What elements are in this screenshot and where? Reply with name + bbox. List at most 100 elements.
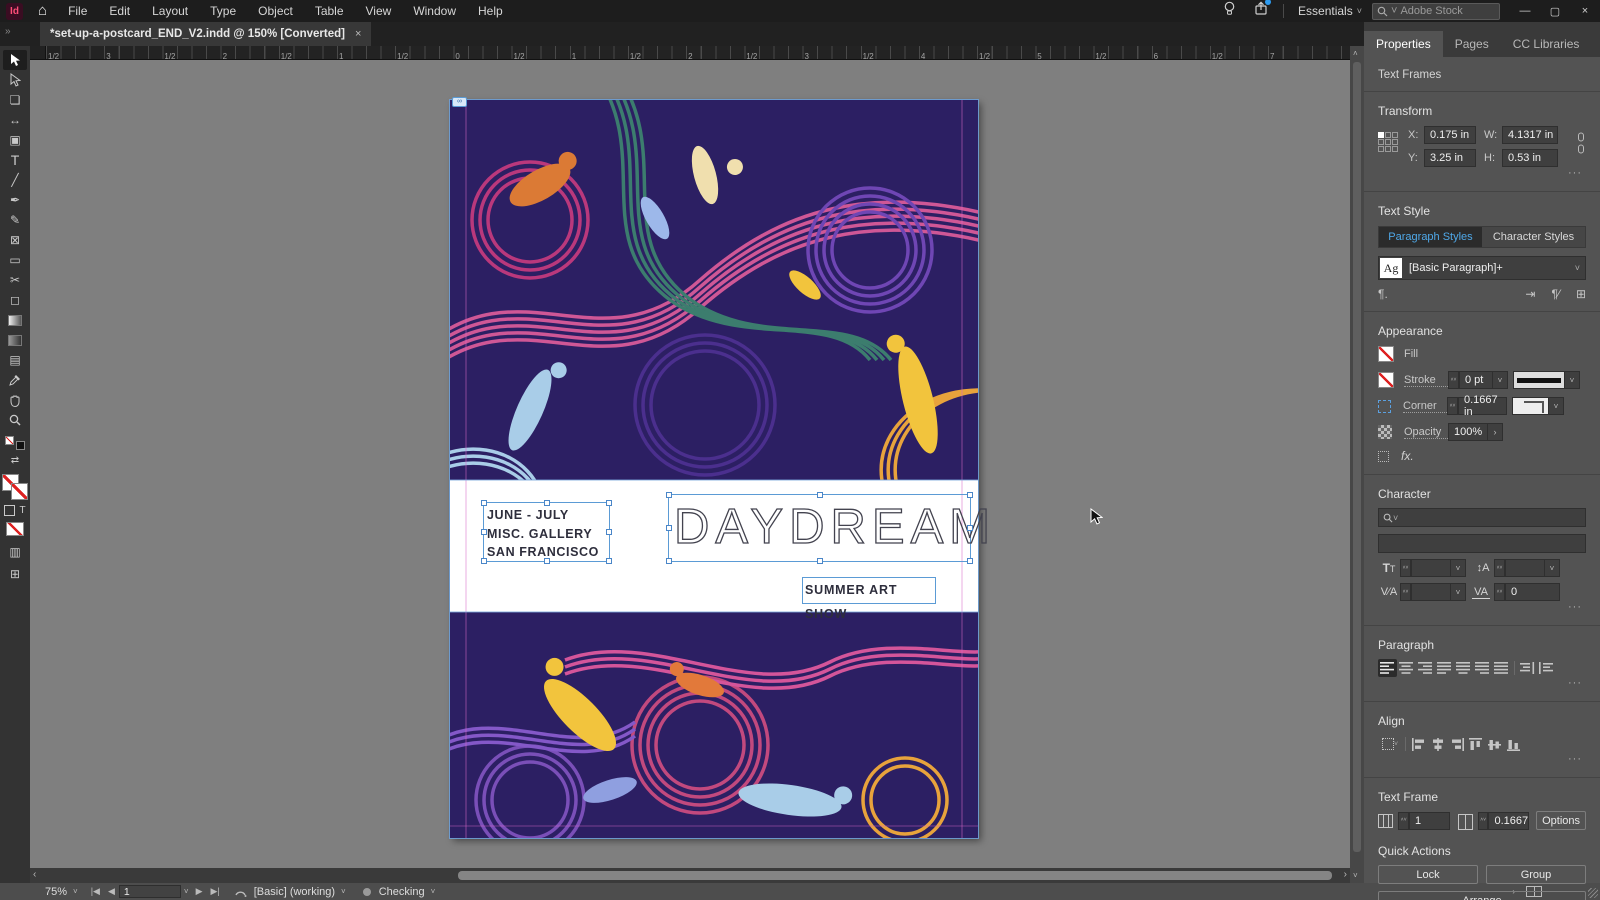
character-styles-tab[interactable]: Character Styles bbox=[1482, 227, 1585, 247]
hand-tool[interactable] bbox=[3, 390, 27, 410]
menu-item[interactable]: View bbox=[355, 4, 403, 18]
transform-more-options[interactable]: ··· bbox=[1568, 167, 1582, 179]
align-horizontal-centers-button[interactable] bbox=[1428, 735, 1447, 753]
next-page-icon[interactable]: ▶ bbox=[196, 886, 203, 897]
minimize-button[interactable]: — bbox=[1510, 5, 1540, 17]
zoom-chevron-icon[interactable]: ˅ bbox=[73, 887, 78, 896]
font-style-dropdown[interactable] bbox=[1378, 534, 1586, 553]
gradient-swatch-tool[interactable] bbox=[3, 310, 27, 330]
menu-item[interactable]: Help bbox=[467, 4, 514, 18]
reference-point-grid[interactable] bbox=[1378, 132, 1398, 167]
title-text-frame[interactable]: DAYDREAM bbox=[666, 492, 991, 564]
stroke-swatch-none[interactable] bbox=[11, 483, 28, 500]
paragraph-style-dropdown[interactable]: Ag [Basic Paragraph]+ ˅ bbox=[1378, 256, 1586, 280]
leading-stepper[interactable]: ˄˅ bbox=[1494, 559, 1505, 577]
fill-swatch[interactable] bbox=[1378, 346, 1394, 362]
page-number-field[interactable]: 1 bbox=[118, 885, 181, 898]
last-page-icon[interactable]: ▶| bbox=[210, 886, 219, 897]
frame-handle[interactable] bbox=[606, 500, 612, 506]
frame-handle[interactable] bbox=[967, 525, 973, 531]
default-fill-stroke-icon[interactable] bbox=[5, 436, 25, 450]
fx-icon[interactable]: fx. bbox=[1401, 449, 1414, 463]
vscroll-thumb[interactable] bbox=[1353, 62, 1361, 852]
free-transform-tool[interactable]: ◻ bbox=[3, 290, 27, 310]
scroll-down-icon[interactable]: ˅ bbox=[1353, 871, 1358, 880]
menu-item[interactable]: Layout bbox=[141, 4, 199, 18]
font-size-dropdown-icon[interactable]: ˅ bbox=[1451, 559, 1466, 577]
opacity-label[interactable]: Opacity bbox=[1404, 426, 1448, 439]
restore-button[interactable]: ▢ bbox=[1540, 5, 1570, 18]
gap-tool[interactable]: ↔ bbox=[3, 110, 27, 130]
corner-size-field[interactable]: 0.1667 in bbox=[1458, 394, 1507, 418]
window-resize-grip[interactable] bbox=[1588, 888, 1598, 898]
lock-button[interactable]: Lock bbox=[1378, 865, 1478, 884]
stroke-style-dropdown-icon[interactable]: ˅ bbox=[1565, 371, 1580, 389]
frame-handle[interactable] bbox=[666, 525, 672, 531]
tab-pages[interactable]: Pages bbox=[1443, 31, 1501, 57]
tab-cc-libraries[interactable]: CC Libraries bbox=[1501, 31, 1592, 57]
menu-item[interactable]: Edit bbox=[98, 4, 141, 18]
gutter-stepper[interactable]: ˄˅ bbox=[1477, 811, 1489, 830]
leading-field[interactable] bbox=[1505, 559, 1545, 577]
frame-handle[interactable] bbox=[481, 500, 487, 506]
frame-handle[interactable] bbox=[666, 492, 672, 498]
redefine-style-icon[interactable]: ⇥ bbox=[1525, 287, 1535, 301]
dates-text-frame[interactable]: JUNE - JULY MISC. GALLERY SAN FRANCISCO bbox=[481, 500, 612, 564]
panel-scrollbar[interactable]: ˄ ˅ bbox=[1350, 46, 1364, 883]
frame-handle[interactable] bbox=[543, 500, 550, 506]
linked-image-badge-icon[interactable]: ∞ bbox=[452, 97, 467, 107]
view-options-icon[interactable]: ⊞ bbox=[3, 564, 27, 584]
tab-properties[interactable]: Properties bbox=[1364, 31, 1443, 57]
font-family-dropdown[interactable]: ˅ bbox=[1378, 508, 1586, 527]
tracking-field[interactable]: 0 bbox=[1505, 583, 1560, 601]
justify-left-button[interactable] bbox=[1435, 659, 1454, 677]
h-field[interactable]: 0.53 in bbox=[1502, 149, 1558, 167]
zoom-tool[interactable] bbox=[3, 410, 27, 430]
pencil-tool[interactable]: ✎ bbox=[3, 210, 27, 230]
frame-handle[interactable] bbox=[666, 558, 672, 564]
learn-bulb-icon[interactable] bbox=[1223, 1, 1236, 21]
align-top-edges-button[interactable] bbox=[1466, 735, 1485, 753]
kerning-dropdown-icon[interactable]: ˅ bbox=[1451, 583, 1466, 601]
align-right-button[interactable] bbox=[1416, 659, 1435, 677]
note-tool[interactable]: ▤ bbox=[3, 350, 27, 370]
line-tool[interactable]: ╱ bbox=[3, 170, 27, 190]
type-tool[interactable]: T bbox=[3, 150, 27, 170]
new-style-icon[interactable]: ⊞ bbox=[1576, 287, 1586, 301]
menu-item[interactable]: Table bbox=[304, 4, 355, 18]
corner-shape-dropdown-icon[interactable]: ˅ bbox=[1549, 397, 1564, 415]
align-left-button[interactable] bbox=[1378, 659, 1397, 677]
text-icon[interactable]: T bbox=[19, 505, 25, 516]
stroke-label[interactable]: Stroke bbox=[1404, 374, 1448, 387]
justify-right-button[interactable] bbox=[1473, 659, 1492, 677]
fill-stroke-indicator[interactable] bbox=[2, 474, 28, 500]
menu-item[interactable]: File bbox=[57, 4, 98, 18]
postcard-page[interactable]: ∞ bbox=[449, 97, 979, 839]
zoom-level[interactable]: 75% bbox=[45, 886, 67, 898]
frame-handle[interactable] bbox=[481, 529, 487, 535]
x-field[interactable]: 0.175 in bbox=[1424, 126, 1476, 144]
formatting-affects-toggle[interactable]: T bbox=[4, 505, 26, 516]
align-to-dropdown[interactable]: ˅ bbox=[1378, 735, 1402, 753]
adobe-stock-search-input[interactable]: ˅ Adobe Stock bbox=[1372, 2, 1500, 20]
menu-item[interactable]: Window bbox=[402, 4, 467, 18]
stroke-weight-stepper[interactable]: ˄˅ bbox=[1448, 371, 1459, 389]
paragraph-mark-icon[interactable]: ¶. bbox=[1378, 287, 1388, 301]
document-tab[interactable]: *set-up-a-postcard_END_V2.indd @ 150% [C… bbox=[40, 22, 372, 46]
font-size-field[interactable] bbox=[1411, 559, 1451, 577]
stroke-swatch[interactable] bbox=[1378, 372, 1394, 388]
opacity-flyout-icon[interactable]: › bbox=[1488, 423, 1503, 441]
scroll-right-icon[interactable]: › bbox=[1344, 869, 1347, 880]
frame-handle[interactable] bbox=[606, 529, 612, 535]
close-button[interactable]: × bbox=[1570, 5, 1600, 17]
content-collector-tool[interactable]: ▣ bbox=[3, 130, 27, 150]
preflight-icon[interactable] bbox=[234, 886, 247, 898]
leading-dropdown-icon[interactable]: ˅ bbox=[1545, 559, 1560, 577]
frame-handle[interactable] bbox=[816, 492, 823, 498]
frame-handle[interactable] bbox=[967, 492, 973, 498]
workspace-switcher[interactable]: Essentials bbox=[1298, 4, 1353, 18]
clear-overrides-icon[interactable]: ¶⁄ bbox=[1551, 287, 1559, 301]
pen-tool[interactable]: ✒ bbox=[3, 190, 27, 210]
columns-stepper[interactable]: ˄˅ bbox=[1398, 811, 1410, 830]
direct-selection-tool[interactable] bbox=[3, 70, 27, 90]
